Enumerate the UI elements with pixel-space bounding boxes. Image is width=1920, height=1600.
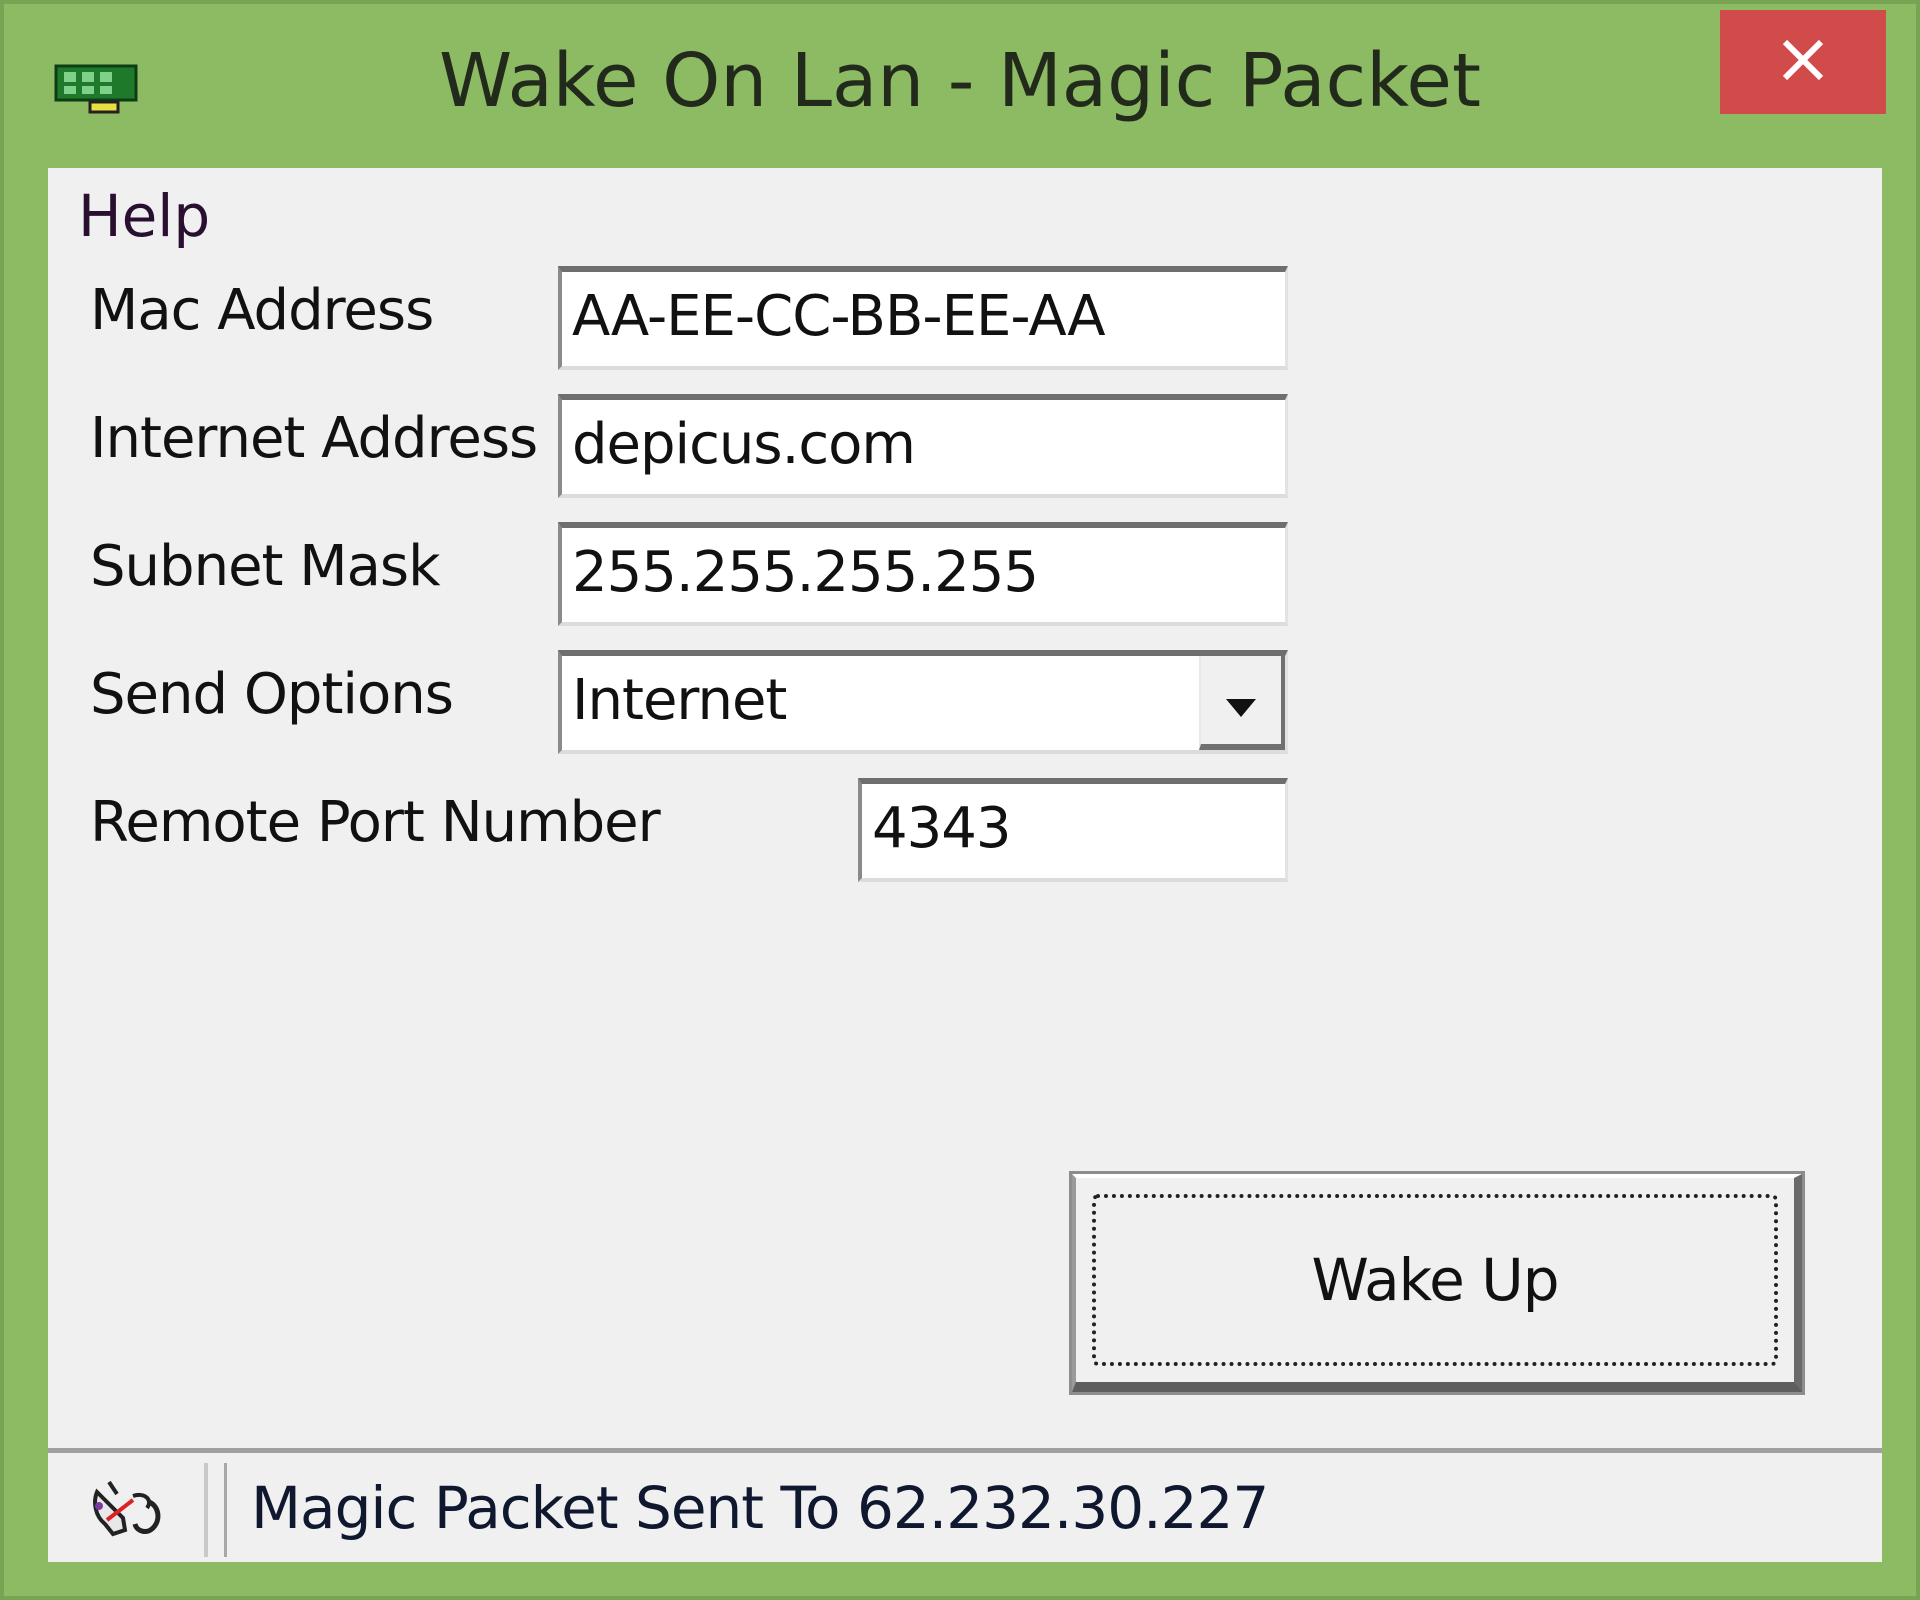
mac-address-label: Mac Address: [90, 278, 434, 343]
mac-address-input[interactable]: AA-EE-CC-BB-EE-AA: [558, 266, 1288, 370]
internet-address-label: Internet Address: [90, 406, 538, 471]
send-options-label: Send Options: [90, 662, 454, 727]
subnet-mask-input[interactable]: 255.255.255.255: [558, 522, 1288, 626]
status-message: Magic Packet Sent To 62.232.30.227: [224, 1463, 1882, 1557]
send-options-dropdown-button[interactable]: [1199, 656, 1285, 750]
title-bar[interactable]: Wake On Lan - Magic Packet: [4, 4, 1916, 164]
status-icon-pane: [48, 1463, 208, 1557]
remote-port-label: Remote Port Number: [90, 790, 661, 855]
window-title: Wake On Lan - Magic Packet: [439, 38, 1481, 124]
send-options-value: Internet: [572, 668, 787, 733]
close-icon: [1781, 38, 1825, 87]
menu-help[interactable]: Help: [78, 182, 210, 250]
wake-up-button[interactable]: Wake Up: [1069, 1171, 1805, 1395]
subnet-mask-label: Subnet Mask: [90, 534, 441, 599]
wake-up-label: Wake Up: [1092, 1194, 1778, 1366]
internet-address-input[interactable]: depicus.com: [558, 394, 1288, 498]
remote-port-input[interactable]: 4343: [858, 778, 1288, 882]
menu-bar: Help: [48, 168, 1882, 258]
status-plug-icon: [83, 1472, 169, 1549]
send-options-select[interactable]: Internet: [558, 650, 1288, 754]
chevron-down-icon: [1224, 668, 1258, 733]
close-button[interactable]: [1720, 10, 1886, 114]
client-area: Help Mac Address AA-EE-CC-BB-EE-AA Inter…: [48, 168, 1882, 1562]
app-window: Wake On Lan - Magic Packet Help Mac Addr…: [0, 0, 1920, 1600]
status-bar: Magic Packet Sent To 62.232.30.227: [48, 1448, 1882, 1562]
